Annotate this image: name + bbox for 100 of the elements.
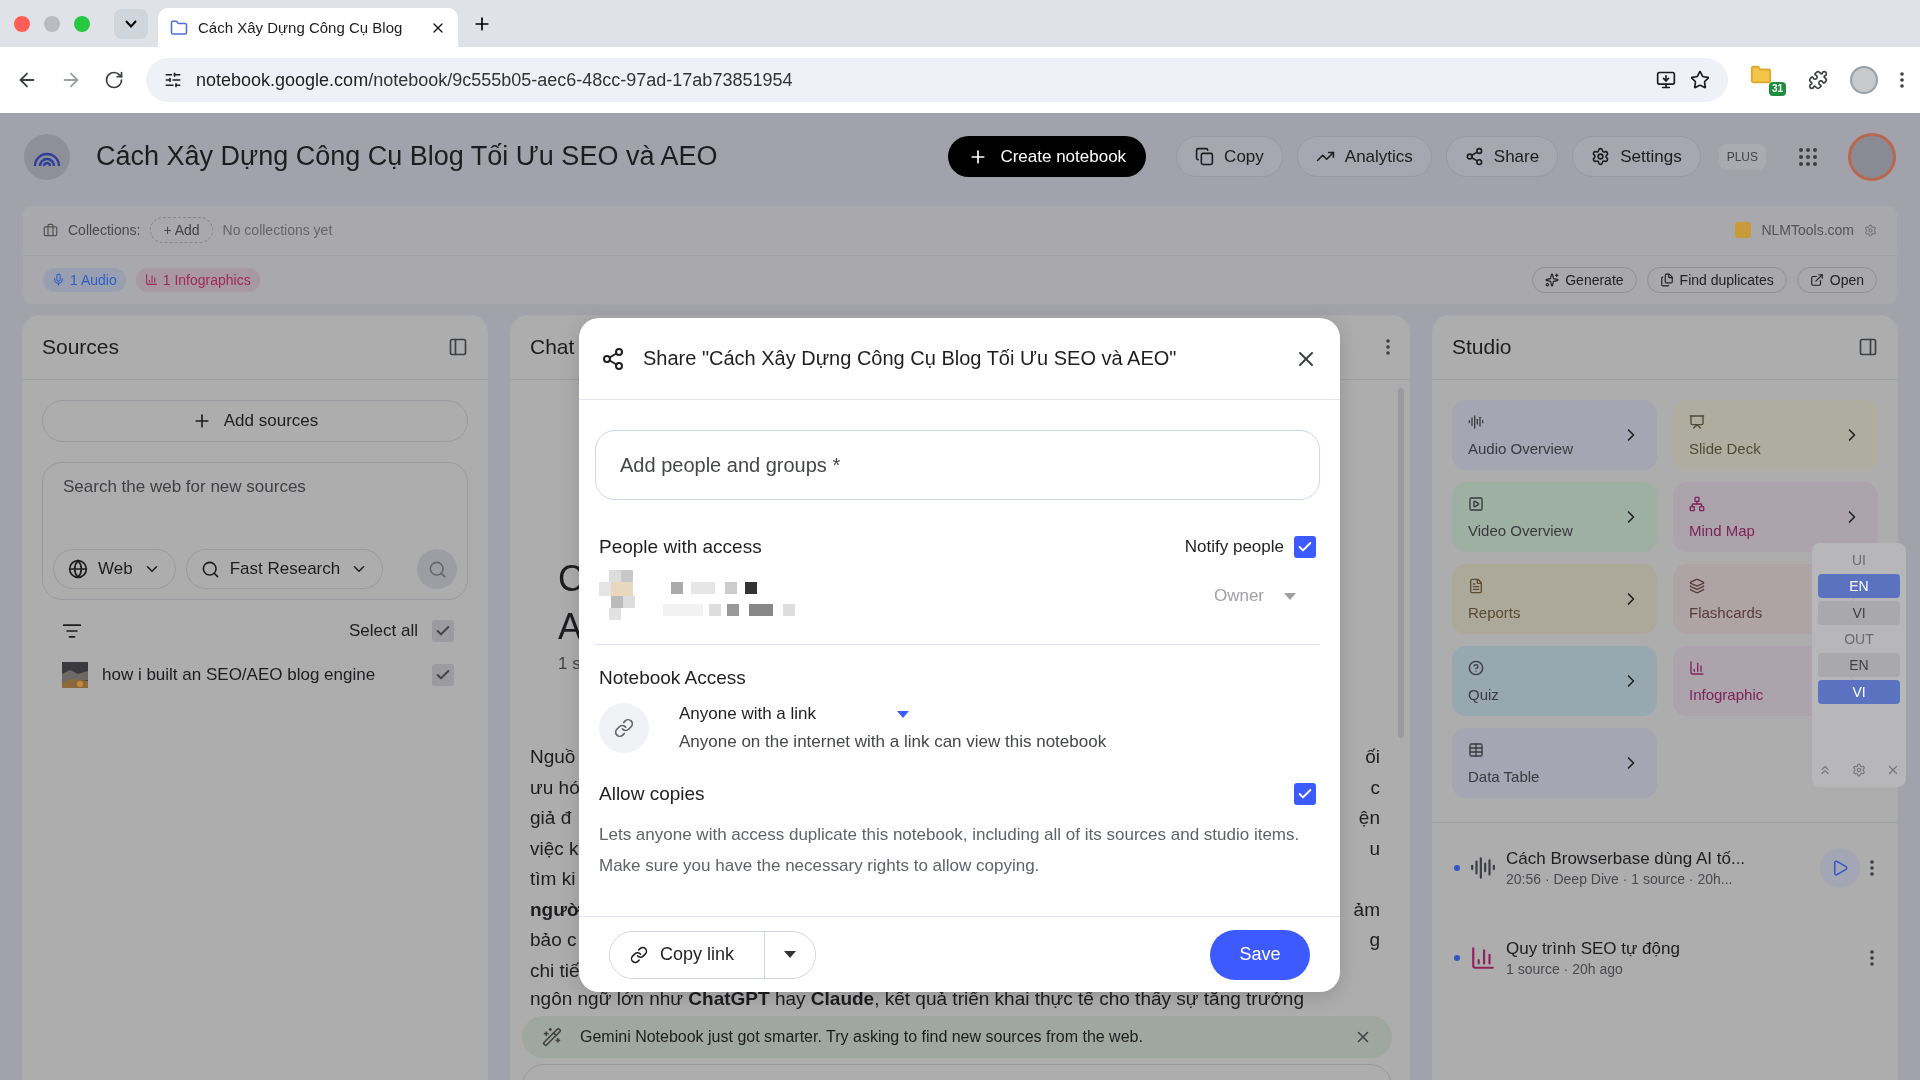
cards-icon bbox=[1689, 577, 1705, 594]
table-icon bbox=[1468, 741, 1484, 758]
create-notebook-button[interactable]: Create notebook bbox=[948, 136, 1147, 177]
filter-icon[interactable] bbox=[62, 621, 82, 641]
header-action-button[interactable]: Analytics bbox=[1296, 136, 1432, 177]
install-icon[interactable] bbox=[1656, 70, 1676, 90]
more-options-button[interactable] bbox=[1386, 339, 1390, 355]
add-people-field[interactable]: Add people and groups * bbox=[595, 430, 1320, 500]
chevron-down-icon bbox=[125, 19, 137, 28]
notebook-logo[interactable] bbox=[24, 133, 70, 180]
studio-tile[interactable]: Reports bbox=[1452, 564, 1657, 634]
sparkle-icon bbox=[1545, 272, 1560, 287]
menu-button[interactable] bbox=[1900, 72, 1904, 88]
studio-tile[interactable]: Data Table bbox=[1452, 728, 1657, 798]
language-option[interactable]: EN bbox=[1818, 653, 1900, 677]
chat-text-line: ngôn ngữ lớn như ChatGPT hay Claude, kết quả triển khai thực tế cho thấy sự tăng trưởng bbox=[530, 988, 1304, 1010]
search-icon bbox=[427, 559, 447, 579]
notice-text: Gemini Notebook just got smarter. Try asking to find new sources from the web. bbox=[580, 1028, 1144, 1046]
profile-avatar[interactable] bbox=[1850, 66, 1878, 94]
mind-map-icon bbox=[1689, 495, 1705, 512]
tab-search-button[interactable] bbox=[114, 8, 148, 39]
copy-link-button[interactable]: Copy link bbox=[610, 931, 766, 978]
microphone-icon bbox=[52, 273, 65, 287]
dialog-title: Share "Cách Xây Dựng Công Cụ Blog Tối Ưu SEO và AEO" bbox=[643, 347, 1178, 370]
studio-tile[interactable]: Quiz bbox=[1452, 646, 1657, 716]
notebook-title: Cách Xây Dựng Công Cụ Blog Tối Ưu SEO và AEO bbox=[96, 141, 719, 172]
language-option[interactable]: VI bbox=[1818, 680, 1900, 704]
play-icon bbox=[1831, 859, 1849, 877]
wand-icon bbox=[542, 1027, 562, 1047]
studio-tile[interactable]: Audio Overview bbox=[1452, 400, 1657, 470]
settings-icon bbox=[1591, 147, 1611, 166]
bar-chart-icon bbox=[1470, 945, 1496, 971]
artifact-title[interactable]: Quy trình SEO tự động bbox=[1506, 939, 1680, 959]
panel-title: Sources bbox=[42, 335, 120, 359]
checkbox[interactable] bbox=[1294, 536, 1316, 558]
save-button[interactable]: Save bbox=[1210, 929, 1310, 980]
copies-description: Lets anyone with access duplicate this notebook, including all of its sources and studio items. Make sure you have the necessary rights to allow copying. bbox=[599, 824, 1301, 877]
studio-tile[interactable]: Video Overview bbox=[1452, 482, 1657, 552]
section-title: Allow copies bbox=[599, 783, 705, 805]
checkbox[interactable] bbox=[432, 664, 454, 686]
collections-label: Collections: bbox=[68, 222, 141, 239]
waveform-icon bbox=[1470, 855, 1496, 881]
search-icon bbox=[200, 559, 220, 579]
notebook-logo-icon bbox=[170, 18, 188, 37]
settings-icon[interactable] bbox=[1852, 763, 1866, 777]
search-button[interactable] bbox=[417, 549, 457, 589]
brand-link[interactable]: NLMTools.com bbox=[1761, 222, 1854, 239]
collapse-panel-button[interactable] bbox=[448, 337, 468, 357]
share-icon bbox=[1464, 147, 1484, 166]
search-field[interactable]: Search the web for new sources bbox=[53, 477, 457, 497]
chat-text-fragment: ngườ bbox=[530, 898, 581, 921]
more-options-button[interactable] bbox=[1870, 950, 1874, 966]
extensions-button[interactable] bbox=[1808, 70, 1828, 90]
window-close-button[interactable] bbox=[14, 15, 30, 32]
artifact-title[interactable]: Cách Browserbase dùng AI tố... bbox=[1506, 849, 1746, 869]
studio-tile[interactable]: Mind Map bbox=[1673, 482, 1878, 552]
plan-badge: PLUS bbox=[1718, 143, 1766, 170]
access-description: Anyone on the internet with a link can view this notebook bbox=[679, 732, 1107, 752]
select-all-label: Select all bbox=[349, 621, 418, 641]
address-bar[interactable]: notebook.google.com/notebook/9c555b05-aec6-48cc-97ad-17ab73851954 bbox=[146, 58, 1728, 102]
role-dropdown[interactable]: Owner bbox=[1213, 586, 1296, 606]
chat-text-fragment: ối bbox=[1365, 746, 1380, 769]
files-icon bbox=[1659, 272, 1674, 287]
access-dropdown[interactable]: Anyone with a link bbox=[679, 704, 909, 724]
bar-chart-icon bbox=[1689, 659, 1705, 676]
chat-text-fragment: việc k bbox=[530, 837, 579, 860]
language-option[interactable]: VI bbox=[1818, 601, 1900, 625]
source-title[interactable]: how i built an SEO/AEO blog engine bbox=[102, 665, 376, 685]
chat-text-fragment: tìm ki bbox=[530, 868, 576, 891]
header-action-button[interactable]: Share bbox=[1445, 136, 1559, 177]
play-button[interactable] bbox=[1820, 848, 1860, 888]
language-option[interactable]: EN bbox=[1818, 574, 1900, 598]
studio-tile[interactable]: Slide Deck bbox=[1673, 400, 1878, 470]
artifact-meta: 20:56 · Deep Dive · 1 source · 20h... bbox=[1506, 871, 1733, 887]
artifact-chip[interactable]: 1 Infographics bbox=[135, 267, 260, 292]
bookmark-star-icon[interactable] bbox=[1690, 70, 1710, 90]
copy-icon bbox=[1195, 147, 1215, 166]
link-icon bbox=[599, 703, 649, 753]
header-action-button[interactable]: Settings bbox=[1572, 136, 1701, 177]
more-options-button[interactable] bbox=[1870, 860, 1874, 876]
collapse-panel-button[interactable] bbox=[1858, 337, 1878, 357]
section-title: Notebook Access bbox=[599, 667, 746, 689]
checkbox[interactable] bbox=[432, 620, 454, 642]
chat-text-fragment: giả đ bbox=[530, 807, 572, 830]
empty-collections-text: No collections yet bbox=[222, 222, 333, 239]
unread-dot bbox=[1454, 955, 1460, 961]
header-action-button[interactable]: Copy bbox=[1176, 136, 1283, 177]
reload-button[interactable] bbox=[104, 70, 124, 90]
browser-tab[interactable]: Cách Xây Dựng Công Cụ Blog bbox=[158, 8, 458, 47]
briefcase-icon bbox=[43, 222, 58, 238]
chat-text-fragment: u bbox=[1369, 837, 1380, 860]
globe-icon bbox=[68, 559, 88, 579]
brand-logo-icon bbox=[1735, 222, 1752, 239]
chat-text-fragment: Nguồ bbox=[530, 746, 576, 769]
unread-dot bbox=[1454, 865, 1460, 871]
document-icon bbox=[1468, 577, 1484, 594]
panel-title: Chat bbox=[530, 335, 575, 359]
calendar-extension-button[interactable]: 31 bbox=[1750, 64, 1786, 96]
checkbox[interactable] bbox=[1294, 783, 1316, 805]
slides-icon bbox=[1689, 413, 1705, 430]
